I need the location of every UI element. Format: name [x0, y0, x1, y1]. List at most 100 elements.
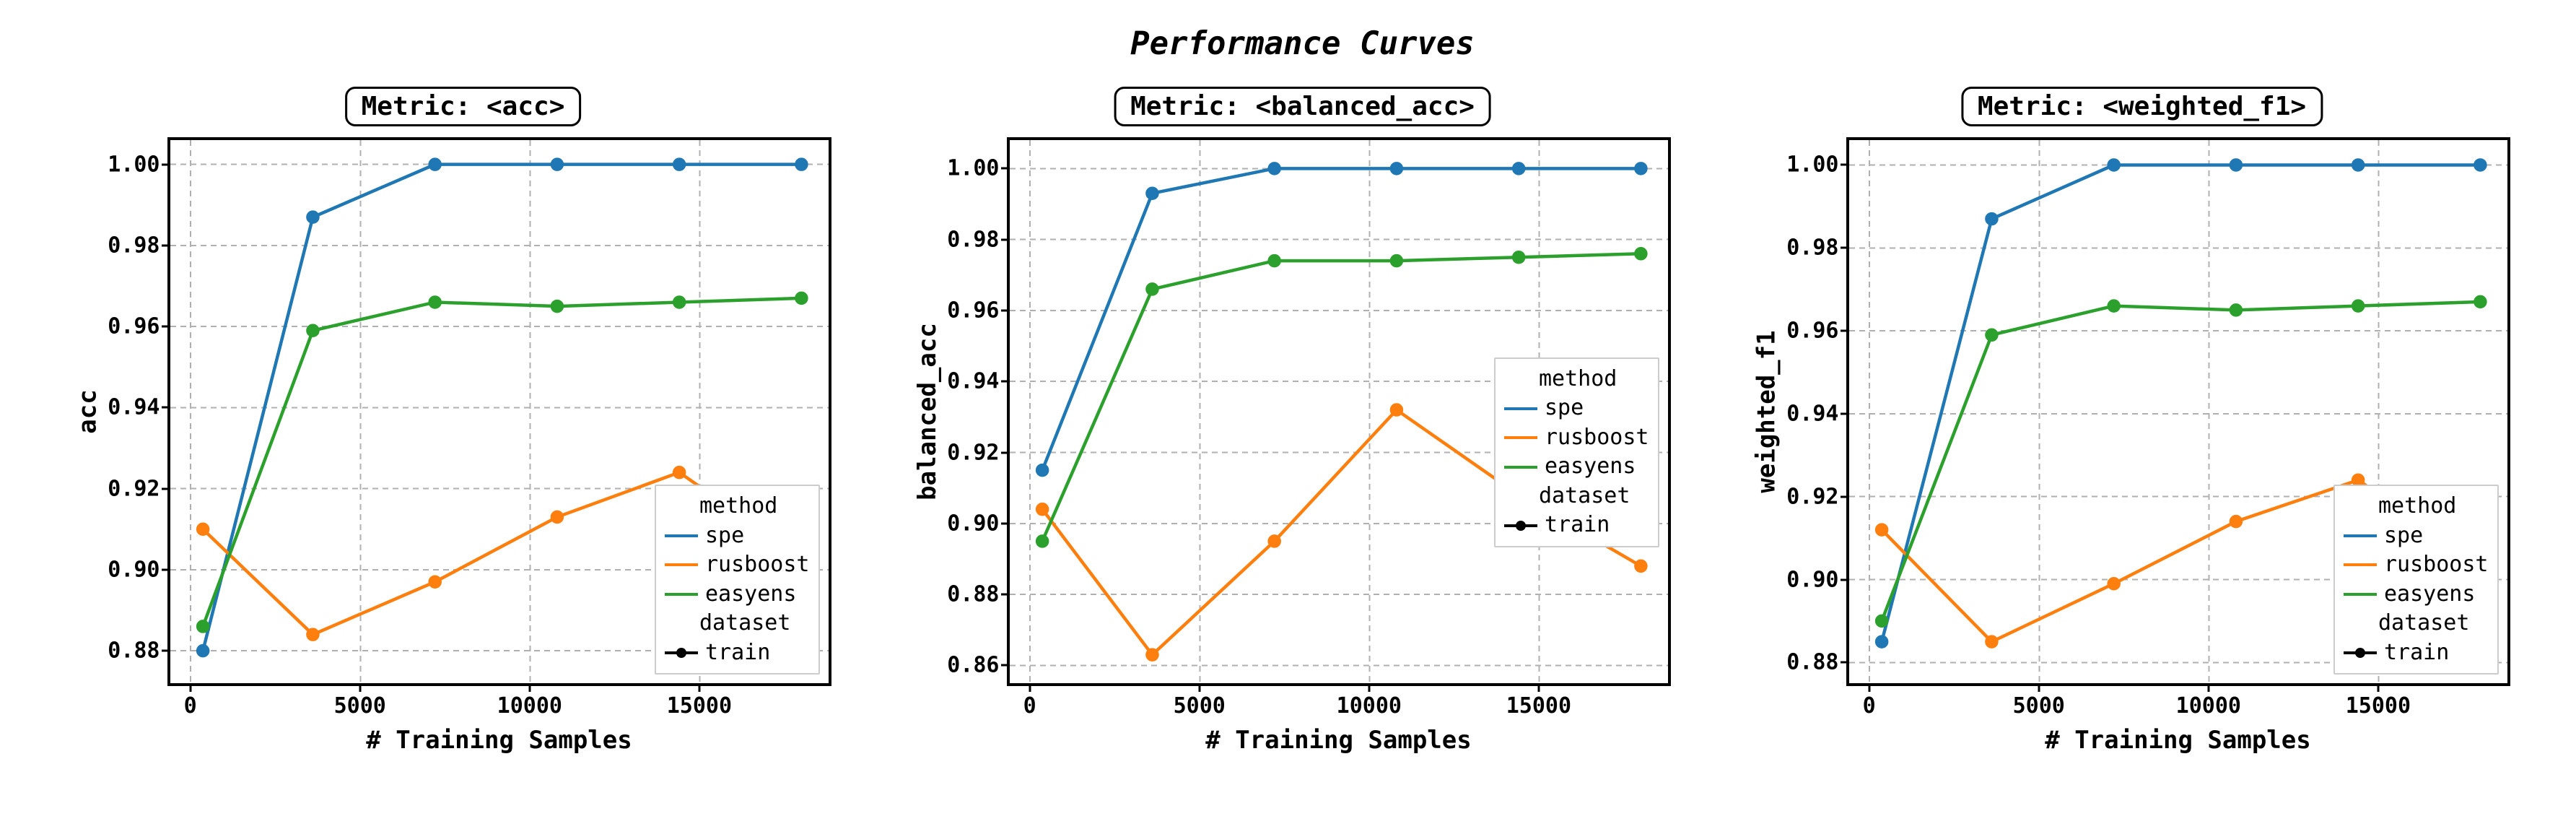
legend-label: train: [1545, 511, 1610, 540]
y-tick-label: 0.92: [1786, 484, 1838, 509]
x-tick-label: 15000: [1506, 693, 1571, 719]
legend-item-rusboost: rusboost: [665, 550, 810, 580]
series-marker-spe: [551, 160, 562, 170]
y-tick-label: 0.88: [108, 638, 160, 664]
y-tick-label: 0.96: [1786, 318, 1838, 344]
series-marker-spe: [1877, 637, 1887, 647]
figure: Performance Curves Metric: <acc>05000100…: [14, 14, 2576, 810]
series-marker-easyens: [1037, 536, 1047, 546]
legend-label: easyens: [1545, 452, 1636, 482]
y-tick-label: 0.90: [108, 557, 160, 582]
x-axis-label: # Training Samples: [167, 726, 831, 755]
y-tick-label: 0.92: [947, 440, 999, 465]
panels-row: Metric: <acc>0500010000150000.880.900.92…: [14, 94, 2576, 773]
legend-item-easyens: easyens: [2344, 580, 2489, 610]
x-tick-label: 5000: [2013, 693, 2065, 719]
series-marker-rusboost: [307, 630, 318, 640]
x-tick-label: 10000: [2176, 693, 2241, 719]
y-tick-label: 1.00: [947, 156, 999, 181]
legend-item-spe: spe: [665, 521, 810, 551]
series-marker-rusboost: [2353, 475, 2363, 485]
series-marker-rusboost: [674, 467, 684, 477]
legend-swatch: [665, 534, 698, 537]
legend: methodsperusboosteasyensdatasettrain: [1494, 357, 1659, 547]
legend-item-train: train: [2344, 638, 2489, 668]
legend-label: spe: [1545, 394, 1584, 423]
legend-swatch: [2344, 651, 2377, 654]
legend-item-spe: spe: [2344, 521, 2489, 551]
y-tick-label: 0.92: [108, 476, 160, 501]
legend-title-method: method: [665, 492, 810, 521]
plot-area: 0500010000150000.880.900.920.940.960.981…: [167, 137, 831, 686]
series-marker-spe: [2108, 160, 2118, 170]
series-marker-rusboost: [1391, 405, 1401, 415]
chart-title: Metric: <acc>: [345, 87, 582, 126]
y-tick-label: 1.00: [1786, 152, 1838, 178]
series-marker-easyens: [1269, 256, 1279, 266]
y-tick-label: 0.94: [108, 395, 160, 420]
series-marker-spe: [1037, 465, 1047, 475]
legend-label: train: [705, 638, 770, 668]
y-tick-label: 0.88: [947, 582, 999, 607]
series-marker-easyens: [2230, 305, 2240, 315]
series-marker-easyens: [1514, 252, 1524, 262]
series-marker-spe: [674, 160, 684, 170]
series-marker-easyens: [2108, 301, 2118, 311]
series-marker-spe: [429, 160, 440, 170]
legend-swatch: [1504, 524, 1537, 527]
y-tick-label: 0.88: [1786, 650, 1838, 675]
legend-item-spe: spe: [1504, 394, 1649, 423]
legend-title-dataset: dataset: [665, 609, 810, 638]
series-marker-rusboost: [2230, 516, 2240, 526]
series-marker-rusboost: [1147, 650, 1157, 660]
legend-label: rusboost: [1545, 423, 1649, 453]
series-marker-rusboost: [1037, 504, 1047, 514]
plot-area: 0500010000150000.860.880.900.920.940.960…: [1007, 137, 1671, 686]
series-marker-easyens: [2353, 301, 2363, 311]
legend-item-rusboost: rusboost: [1504, 423, 1649, 453]
chart-panel-balanced_acc: Metric: <balanced_acc>0500010000150000.8…: [906, 94, 1700, 773]
y-tick-label: 0.96: [108, 314, 160, 339]
legend-title-method: method: [2344, 492, 2489, 521]
legend-label: rusboost: [2384, 550, 2489, 580]
x-tick-label: 0: [1023, 693, 1036, 719]
y-tick-label: 0.86: [947, 653, 999, 678]
plot-area: 0500010000150000.880.900.920.940.960.981…: [1846, 137, 2510, 686]
series-marker-spe: [2230, 160, 2240, 170]
y-tick-label: 1.00: [108, 152, 160, 177]
series-marker-rusboost: [2108, 578, 2118, 589]
legend-label: rusboost: [705, 550, 810, 580]
chart-panel-weighted_f1: Metric: <weighted_f1>0500010000150000.88…: [1745, 94, 2539, 773]
legend: methodsperusboosteasyensdatasettrain: [655, 485, 820, 675]
legend-item-train: train: [1504, 511, 1649, 540]
legend-title-dataset: dataset: [2344, 609, 2489, 638]
legend-swatch: [665, 563, 698, 566]
series-marker-spe: [2475, 160, 2485, 170]
series-marker-rusboost: [198, 524, 208, 534]
y-tick-label: 0.90: [1786, 567, 1838, 592]
series-marker-rusboost: [1636, 561, 1646, 571]
y-tick-label: 0.98: [947, 227, 999, 252]
x-tick-label: 0: [184, 693, 197, 719]
chart-panel-acc: Metric: <acc>0500010000150000.880.900.92…: [66, 94, 860, 773]
x-tick-label: 0: [1863, 693, 1876, 719]
series-marker-easyens: [551, 301, 562, 311]
chart-title: Metric: <weighted_f1>: [1961, 87, 2323, 126]
series-marker-rusboost: [551, 512, 562, 522]
series-marker-spe: [1514, 163, 1524, 173]
series-marker-easyens: [198, 621, 208, 631]
legend: methodsperusboosteasyensdatasettrain: [2333, 485, 2499, 675]
x-tick-label: 10000: [1337, 693, 1402, 719]
series-marker-easyens: [1147, 284, 1157, 294]
series-marker-spe: [1269, 163, 1279, 173]
x-axis-label: # Training Samples: [1846, 726, 2510, 755]
x-tick-label: 5000: [334, 693, 386, 719]
chart-title: Metric: <balanced_acc>: [1114, 87, 1491, 126]
x-tick-label: 10000: [497, 693, 562, 719]
y-axis-label: weighted_f1: [1752, 137, 1781, 686]
legend-item-easyens: easyens: [665, 580, 810, 610]
y-tick-label: 0.94: [947, 369, 999, 394]
series-marker-spe: [1391, 163, 1401, 173]
figure-suptitle: Performance Curves: [14, 25, 2576, 62]
x-axis-label: # Training Samples: [1007, 726, 1671, 755]
